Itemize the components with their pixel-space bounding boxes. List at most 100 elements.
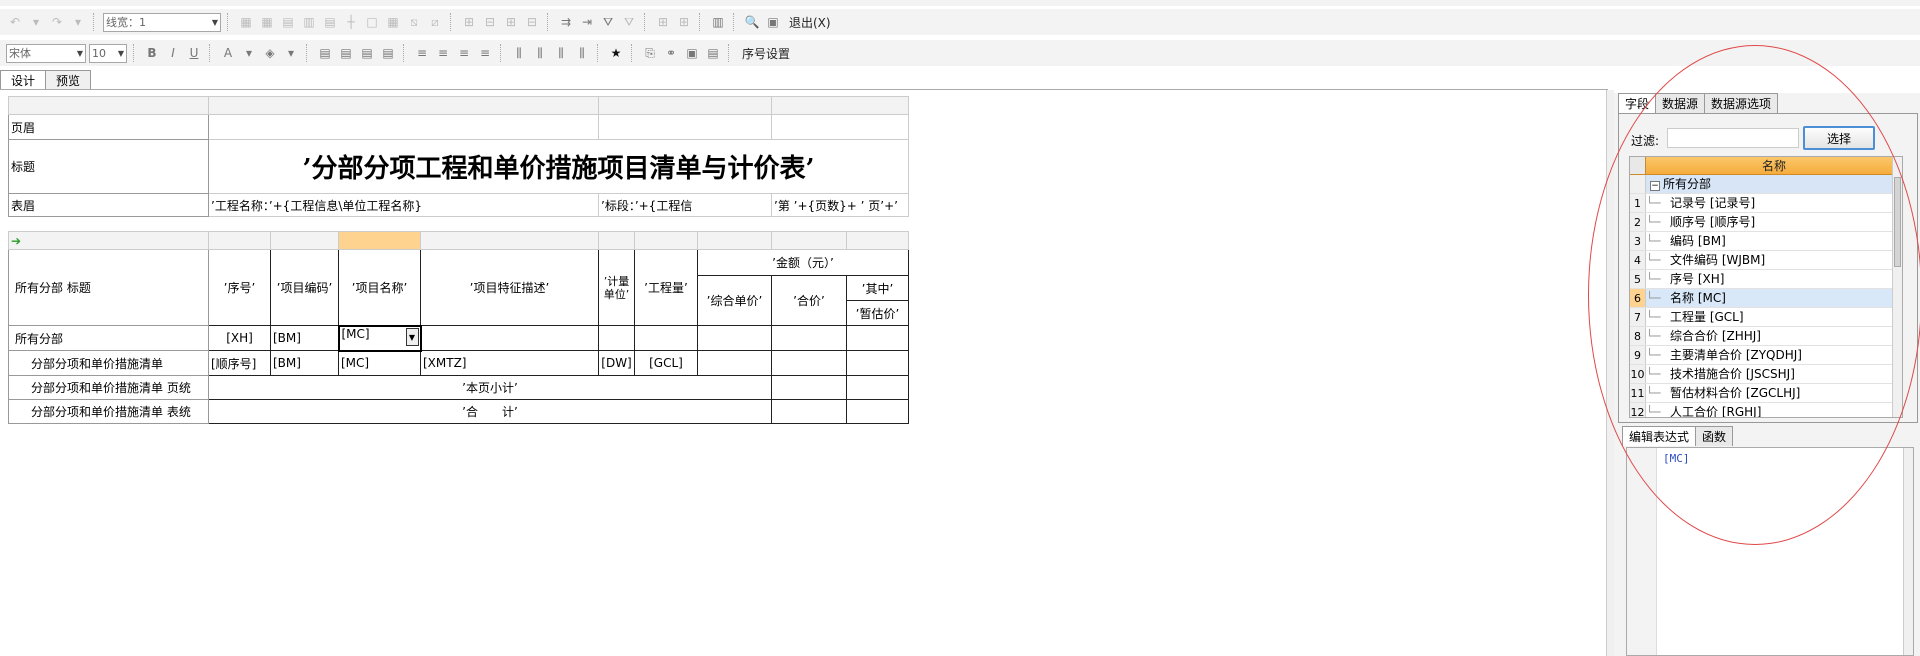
header-est[interactable]: ’暂估价’: [846, 300, 909, 326]
bold-icon[interactable]: B: [143, 44, 161, 62]
filter-icon[interactable]: ⛛: [620, 13, 638, 31]
select-button[interactable]: 选择: [1803, 126, 1875, 150]
band-label[interactable]: 标题: [8, 139, 209, 194]
font-color-dropdown-icon[interactable]: ▾: [240, 44, 258, 62]
line-width-select[interactable]: 线宽：1 ▼: [103, 12, 221, 32]
report-cell[interactable]: [771, 325, 847, 351]
band-label[interactable]: 所有分部 标题: [8, 249, 209, 326]
border-outer-icon[interactable]: □: [363, 13, 381, 31]
header-qty[interactable]: ’工程量’: [634, 249, 698, 326]
report-cell[interactable]: [598, 325, 635, 351]
font-color-icon[interactable]: A: [219, 44, 237, 62]
editor-scrollbar[interactable]: [1903, 448, 1913, 655]
cell-style2-icon[interactable]: ▤: [337, 44, 355, 62]
align-justify-icon[interactable]: ≡: [413, 44, 431, 62]
field-row[interactable]: 2 └─ 顺序号 [顺序号]: [1630, 213, 1902, 232]
section-cell[interactable]: ’标段：’+{工程信: [598, 193, 772, 217]
grid-header-name[interactable]: 名称: [1646, 157, 1902, 174]
border-bottom-icon[interactable]: ▤: [321, 13, 339, 31]
report-cell[interactable]: [598, 114, 772, 140]
column-header[interactable]: [598, 231, 635, 250]
band-label[interactable]: 分部分项和单价措施清单 表统: [8, 399, 209, 424]
scrollbar-thumb[interactable]: [1894, 177, 1901, 267]
align-center-icon[interactable]: ≡: [455, 44, 473, 62]
align-right-icon[interactable]: ≡: [476, 44, 494, 62]
filter-dropdown-icon[interactable]: ⛛: [599, 13, 617, 31]
band-label[interactable]: 表眉: [8, 193, 209, 217]
report-cell[interactable]: [846, 375, 909, 400]
report-cell[interactable]: [208, 114, 599, 140]
header-unit[interactable]: ’计量单位’: [598, 249, 635, 326]
field-row[interactable]: 10 └─ 技术措施合价 [JSCSHJ]: [1630, 365, 1902, 384]
report-cell[interactable]: [DW]: [598, 350, 635, 376]
report-cell[interactable]: [771, 375, 847, 400]
column-width-icon[interactable]: ⊞: [654, 13, 672, 31]
underline-icon[interactable]: U: [185, 44, 203, 62]
properties-icon[interactable]: ▤: [704, 44, 722, 62]
column-header[interactable]: ➔: [8, 231, 209, 250]
merge-cells-icon[interactable]: ⊞: [460, 13, 478, 31]
expression-editor[interactable]: [MC]: [1626, 447, 1914, 656]
report-cell[interactable]: [MC]: [338, 350, 421, 376]
report-cell[interactable]: [顺序号]: [208, 350, 271, 376]
redo-dropdown-icon[interactable]: ▾: [69, 13, 87, 31]
border-inner-icon[interactable]: ┼: [342, 13, 360, 31]
insert-column-icon[interactable]: ⇉: [557, 13, 575, 31]
undo-dropdown-icon[interactable]: ▾: [27, 13, 45, 31]
valign-bottom-icon[interactable]: ⫼: [552, 44, 570, 62]
tab-design[interactable]: 设计: [0, 70, 47, 90]
band-label[interactable]: 分部分项和单价措施清单 页统: [8, 375, 209, 400]
split-cells-icon[interactable]: ⊟: [481, 13, 499, 31]
image-icon[interactable]: ▣: [683, 44, 701, 62]
report-cell[interactable]: ’本页小计’: [208, 375, 772, 400]
align-left-icon[interactable]: ≡: [434, 44, 452, 62]
filter-input[interactable]: [1667, 128, 1799, 148]
report-cell[interactable]: [771, 350, 847, 376]
tab-edit-expression[interactable]: 编辑表达式: [1622, 426, 1697, 446]
column-header[interactable]: [771, 96, 909, 115]
delete-row-icon[interactable]: ⊟: [523, 13, 541, 31]
border-left-icon[interactable]: ▤: [279, 13, 297, 31]
font-size-select[interactable]: 10 ▼: [89, 43, 127, 63]
field-row[interactable]: 5 └─ 序号 [XH]: [1630, 270, 1902, 289]
border-none-icon[interactable]: ▦: [237, 13, 255, 31]
report-cell[interactable]: [BM]: [270, 350, 339, 376]
report-cell[interactable]: [XH]: [208, 325, 271, 351]
tab-functions[interactable]: 函数: [1695, 426, 1734, 446]
valign-top-icon[interactable]: ⫼: [510, 44, 528, 62]
header-name[interactable]: ’项目名称’: [338, 249, 421, 326]
cell-style4-icon[interactable]: ▤: [379, 44, 397, 62]
header-amount[interactable]: ’金额（元）’: [697, 249, 909, 276]
column-header[interactable]: [420, 231, 599, 250]
grid-scrollbar[interactable]: [1892, 157, 1902, 417]
row-height-icon[interactable]: ⊞: [675, 13, 693, 31]
page-setup-icon[interactable]: ▣: [764, 13, 782, 31]
header-seq[interactable]: ’序号’: [208, 249, 271, 326]
report-title[interactable]: ’分部分项工程和单价措施项目清单与计价表’: [208, 139, 909, 194]
report-cell[interactable]: [634, 325, 698, 351]
columns-icon[interactable]: ▥: [709, 13, 727, 31]
header-among[interactable]: ’其中’: [846, 275, 909, 301]
field-row[interactable]: 12 └─ 人工合价 [RGHJ]: [1630, 403, 1902, 417]
name-cell-editor[interactable]: [MC] ▼: [337, 324, 422, 352]
band-label[interactable]: 分部分项和单价措施清单: [8, 350, 209, 376]
band-label[interactable]: 页眉: [8, 114, 209, 140]
report-cell[interactable]: [846, 399, 909, 424]
tab-datasource-options[interactable]: 数据源选项: [1704, 93, 1779, 113]
collapse-icon[interactable]: −: [1650, 181, 1660, 191]
seq-settings-button[interactable]: 序号设置: [738, 45, 794, 62]
report-cell[interactable]: [846, 350, 909, 376]
menu-bar[interactable]: [0, 0, 1920, 6]
tab-datasource[interactable]: 数据源: [1655, 93, 1706, 113]
column-header[interactable]: [208, 231, 271, 250]
field-row[interactable]: 11 └─ 暂估材料合价 [ZGCLHJ]: [1630, 384, 1902, 403]
border-top-icon[interactable]: ▥: [300, 13, 318, 31]
redo-icon[interactable]: ↷: [48, 13, 66, 31]
border-grid-icon[interactable]: ▦: [384, 13, 402, 31]
font-family-select[interactable]: 宋体 ▼: [6, 43, 86, 63]
report-cell[interactable]: [420, 325, 599, 351]
valign-justify-icon[interactable]: ⫼: [573, 44, 591, 62]
canvas-scrollbar[interactable]: [1606, 90, 1614, 656]
undo-icon[interactable]: ↶: [6, 13, 24, 31]
field-row[interactable]: 3 └─ 编码 [BM]: [1630, 232, 1902, 251]
